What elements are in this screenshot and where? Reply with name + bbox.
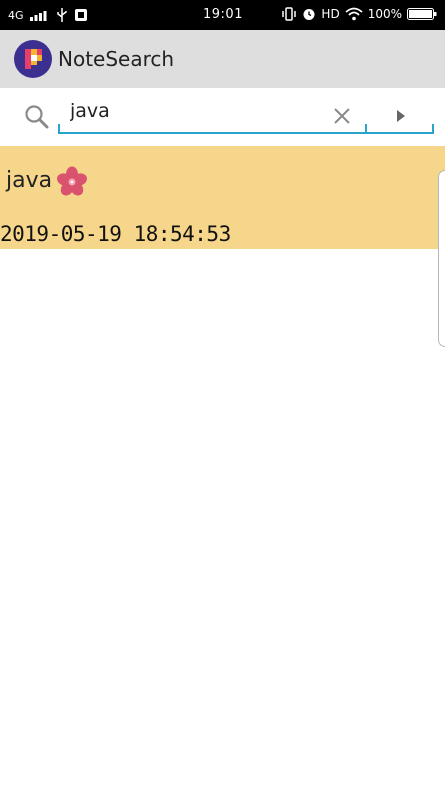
search-input[interactable] <box>60 98 375 124</box>
search-bar <box>0 88 445 144</box>
play-arrow-icon[interactable] <box>394 108 408 124</box>
magnifier-icon <box>25 105 49 129</box>
notesearch-logo-icon <box>14 40 52 78</box>
app-title: NoteSearch <box>58 47 175 71</box>
input-underline <box>60 132 366 134</box>
note-title: java <box>6 168 53 193</box>
note-timestamp: 2019-05-19 18:54:53 <box>0 222 231 246</box>
wifi-icon <box>345 7 363 21</box>
status-right: HD 100% <box>281 7 437 21</box>
status-left: 4G <box>8 8 88 22</box>
close-icon[interactable] <box>333 107 351 125</box>
battery-percent: 100% <box>367 7 402 21</box>
hd-label: HD <box>321 7 340 21</box>
battery-icon <box>407 8 437 20</box>
signal-icon <box>29 11 47 21</box>
card-icon <box>74 9 87 21</box>
edge-panel-handle[interactable] <box>438 170 445 347</box>
vibrate-icon <box>282 7 297 21</box>
status-bar: 4G 19:01 HD 100% <box>0 0 445 30</box>
alarm-icon <box>303 9 315 20</box>
network-type: 4G <box>8 8 24 22</box>
input-underline-right <box>432 124 434 134</box>
button-underline <box>367 132 433 134</box>
status-time: 19:01 <box>203 7 243 22</box>
flower-icon <box>57 166 87 196</box>
usb-icon <box>56 8 67 22</box>
app-bar: NoteSearch <box>0 30 445 88</box>
list-item[interactable]: java 2019-05-19 18:54:53 <box>0 146 445 249</box>
